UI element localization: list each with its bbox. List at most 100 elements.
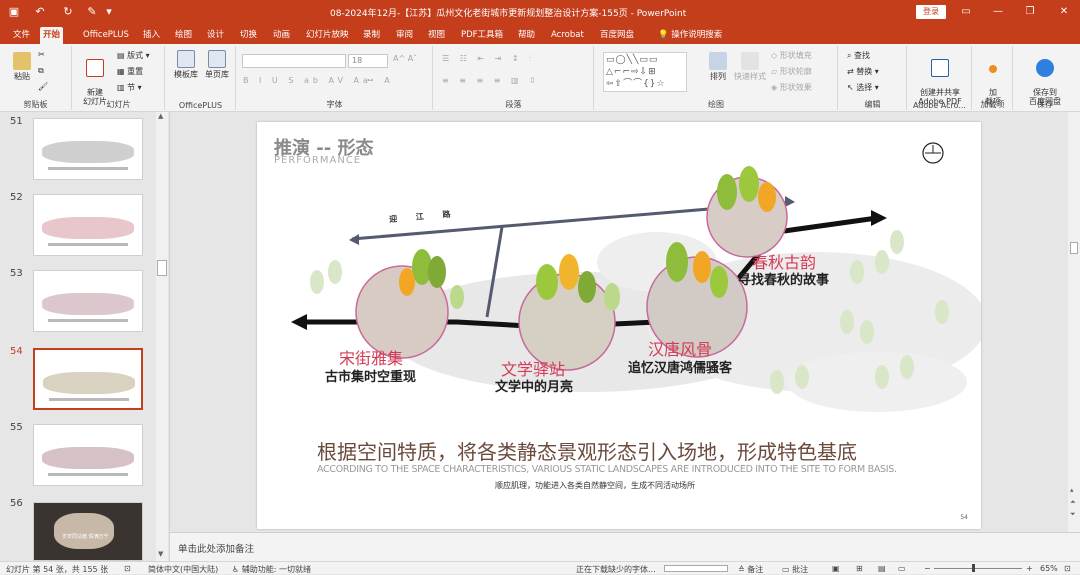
group-clipboard: 粘贴 ✂ ⧉ 🖌 剪贴板 bbox=[0, 46, 72, 110]
section-button[interactable]: ▥ 节 ▾ bbox=[117, 82, 142, 93]
slide-thumbnail[interactable] bbox=[33, 270, 143, 332]
ribbon-tabs: 文件 开始 OfficePLUS 插入 绘图 设计 切换 动画 幻灯片放映 录制… bbox=[0, 24, 1080, 66]
tab-officeplus[interactable]: OfficePLUS bbox=[80, 27, 132, 44]
thumbnail-number: 52 bbox=[10, 192, 23, 203]
scroll-up-icon[interactable]: ▲ bbox=[158, 112, 163, 120]
cut-icon[interactable]: ✂ bbox=[38, 50, 45, 59]
slide-thumbnail[interactable] bbox=[33, 194, 143, 256]
zoom-slider[interactable] bbox=[934, 568, 1022, 569]
search-icon: ⌕ bbox=[847, 51, 852, 60]
slide-page-number: 54 bbox=[960, 514, 968, 521]
spellcheck-icon[interactable]: ⊡ bbox=[124, 564, 131, 573]
group-slides: 新建 幻灯片 ▤ 版式 ▾ ▦ 重置 ▥ 节 ▾ 幻灯片 bbox=[73, 46, 165, 110]
reading-view-icon[interactable]: ▤ bbox=[878, 564, 886, 573]
tab-help[interactable]: 帮助 bbox=[515, 27, 538, 44]
ribbon-display-icon[interactable]: ▭ bbox=[958, 4, 974, 20]
format-painter-icon[interactable]: ✎ bbox=[84, 4, 100, 20]
close-button[interactable]: ✕ bbox=[1056, 4, 1072, 20]
thumbnail-scrollbar[interactable]: ▲ ▼ bbox=[156, 112, 168, 561]
replace-button[interactable]: ⇄ 替换 ▾ bbox=[847, 66, 879, 77]
restore-button[interactable]: ❐ bbox=[1022, 4, 1038, 20]
fit-slide-icon[interactable]: ⊡ bbox=[1064, 564, 1071, 573]
accessibility-status[interactable]: ♿ 辅助功能: 一切就绪 bbox=[232, 564, 311, 575]
template-library-button[interactable]: 模板库 bbox=[172, 50, 200, 79]
shape-effect-button[interactable]: ◈ 形状效果 bbox=[771, 82, 812, 93]
find-button[interactable]: ⌕ 查找 bbox=[847, 50, 870, 61]
shape-outline-label: 形状轮廓 bbox=[779, 67, 812, 76]
shape-outline-button[interactable]: ▱ 形状轮廓 bbox=[771, 66, 812, 77]
tab-home[interactable]: 开始 bbox=[40, 27, 64, 44]
shapes-gallery[interactable]: ▭◯╲╲▭▭ △⌐⌐⇨⇩⊞ ⇦⇧⌒⌒{}☆ bbox=[603, 52, 687, 92]
login-button[interactable]: 登录 bbox=[916, 5, 946, 19]
slide-thumbnail[interactable] bbox=[33, 424, 143, 486]
save-icon[interactable]: ▣ bbox=[6, 4, 22, 20]
notes-placeholder[interactable]: 单击此处添加备注 bbox=[178, 541, 254, 555]
tab-view[interactable]: 视图 bbox=[425, 27, 448, 44]
slide-thumbnail[interactable] bbox=[33, 118, 143, 180]
slide-thumbnail-selected[interactable] bbox=[33, 348, 143, 410]
minimize-button[interactable]: — bbox=[990, 4, 1006, 20]
save-to-baidu-button[interactable]: 保存到 百度网盘 bbox=[1018, 50, 1072, 106]
grow-font-icon[interactable]: A^ Aˇ bbox=[393, 54, 417, 63]
scroll-up-icon[interactable]: ▴ bbox=[1070, 486, 1074, 494]
font-size-input[interactable]: 18 bbox=[348, 54, 388, 68]
callout-description: 文学中的月亮 bbox=[495, 380, 574, 395]
addins-button[interactable]: 加 载项 bbox=[977, 50, 1009, 106]
zoom-slider-thumb[interactable] bbox=[972, 564, 975, 572]
previous-slide-icon[interactable]: ⏶ bbox=[1070, 498, 1076, 507]
format-painter-button[interactable]: 🖌 bbox=[38, 82, 48, 91]
tab-review[interactable]: 审阅 bbox=[393, 27, 416, 44]
tab-slideshow[interactable]: 幻灯片放映 bbox=[303, 27, 352, 44]
new-slide-button[interactable]: 新建 幻灯片 bbox=[77, 50, 113, 106]
list-buttons[interactable]: ☰ ☷ ⇤ ⇥ ↕ ⫶ bbox=[442, 54, 535, 64]
group-addins: 加 载项 加载项 bbox=[973, 46, 1013, 110]
notes-pane[interactable]: 单击此处添加备注 bbox=[170, 532, 1080, 561]
tab-file[interactable]: 文件 bbox=[10, 27, 33, 44]
tell-me-search[interactable]: 💡 操作说明搜索 bbox=[655, 27, 725, 44]
notes-toggle[interactable]: ≙ 备注 bbox=[738, 564, 763, 575]
language-indicator[interactable]: 简体中文(中国大陆) bbox=[148, 564, 218, 575]
template-label: 模板库 bbox=[174, 70, 198, 79]
font-format-buttons[interactable]: B I U S ab AV Aa bbox=[243, 76, 372, 85]
zoom-level[interactable]: 65% bbox=[1040, 564, 1058, 573]
copy-icon[interactable]: ⧉ bbox=[38, 66, 44, 76]
slide-thumbnail[interactable]: 岁岁同沽酱 情满万千 bbox=[33, 502, 143, 561]
tab-baidu[interactable]: 百度网盘 bbox=[597, 27, 637, 44]
select-button[interactable]: ↖ 选择 ▾ bbox=[847, 82, 879, 93]
undo-icon[interactable]: ↶ bbox=[32, 4, 48, 20]
new-slide-icon bbox=[86, 59, 104, 77]
customize-toolbar-icon[interactable]: ▾ bbox=[104, 4, 114, 20]
tab-animations[interactable]: 动画 bbox=[270, 27, 293, 44]
zoom-out-icon[interactable]: − bbox=[924, 564, 931, 573]
font-color-buttons[interactable]: ꕹ A bbox=[367, 76, 394, 86]
shape-fill-button[interactable]: ◇ 形状填充 bbox=[771, 50, 812, 61]
tab-acrobat[interactable]: Acrobat bbox=[548, 27, 587, 44]
align-buttons[interactable]: ≡ ≡ ≡ ≡ ▥ ⇳ bbox=[442, 76, 540, 85]
quick-styles-button[interactable]: 快速样式 bbox=[733, 52, 767, 81]
tab-design[interactable]: 设计 bbox=[204, 27, 227, 44]
tab-transitions[interactable]: 切换 bbox=[237, 27, 260, 44]
tab-pdf-toolbox[interactable]: PDF工具箱 bbox=[458, 27, 506, 44]
redo-icon[interactable]: ↻ bbox=[60, 4, 76, 20]
reset-button[interactable]: ▦ 重置 bbox=[117, 66, 143, 77]
next-slide-icon[interactable]: ⏷ bbox=[1070, 510, 1076, 519]
create-adobe-pdf-button[interactable]: 创建并共享 Adobe PDF bbox=[910, 50, 970, 106]
comments-toggle[interactable]: ▭ 批注 bbox=[782, 564, 808, 575]
tab-record[interactable]: 录制 bbox=[360, 27, 383, 44]
tab-insert[interactable]: 插入 bbox=[140, 27, 163, 44]
tab-draw[interactable]: 绘图 bbox=[172, 27, 195, 44]
normal-view-icon[interactable]: ▣ bbox=[832, 564, 840, 573]
font-name-input[interactable] bbox=[242, 54, 346, 68]
slide-canvas[interactable]: 推演 -- 形态 PERFORMANCE 迎 江 路 宋街雅集 古市集时空重现 … bbox=[257, 122, 981, 529]
zoom-in-icon[interactable]: + bbox=[1026, 564, 1033, 573]
slide-sorter-icon[interactable]: ⊞ bbox=[856, 564, 863, 573]
slide-scroll-thumb[interactable] bbox=[1070, 242, 1078, 254]
layout-button[interactable]: ▤ 版式 ▾ bbox=[117, 50, 150, 61]
single-page-library-button[interactable]: 单页库 bbox=[203, 50, 231, 79]
paste-button[interactable]: 粘贴 bbox=[8, 52, 36, 81]
thumbnail-scroll-thumb[interactable] bbox=[157, 260, 167, 276]
slide-scrollbar[interactable]: ▴ ⏶ ⏷ bbox=[1068, 112, 1080, 532]
slideshow-icon[interactable]: ▭ bbox=[898, 564, 906, 573]
arrange-button[interactable]: 排列 bbox=[705, 52, 731, 81]
scroll-down-icon[interactable]: ▼ bbox=[158, 550, 163, 558]
